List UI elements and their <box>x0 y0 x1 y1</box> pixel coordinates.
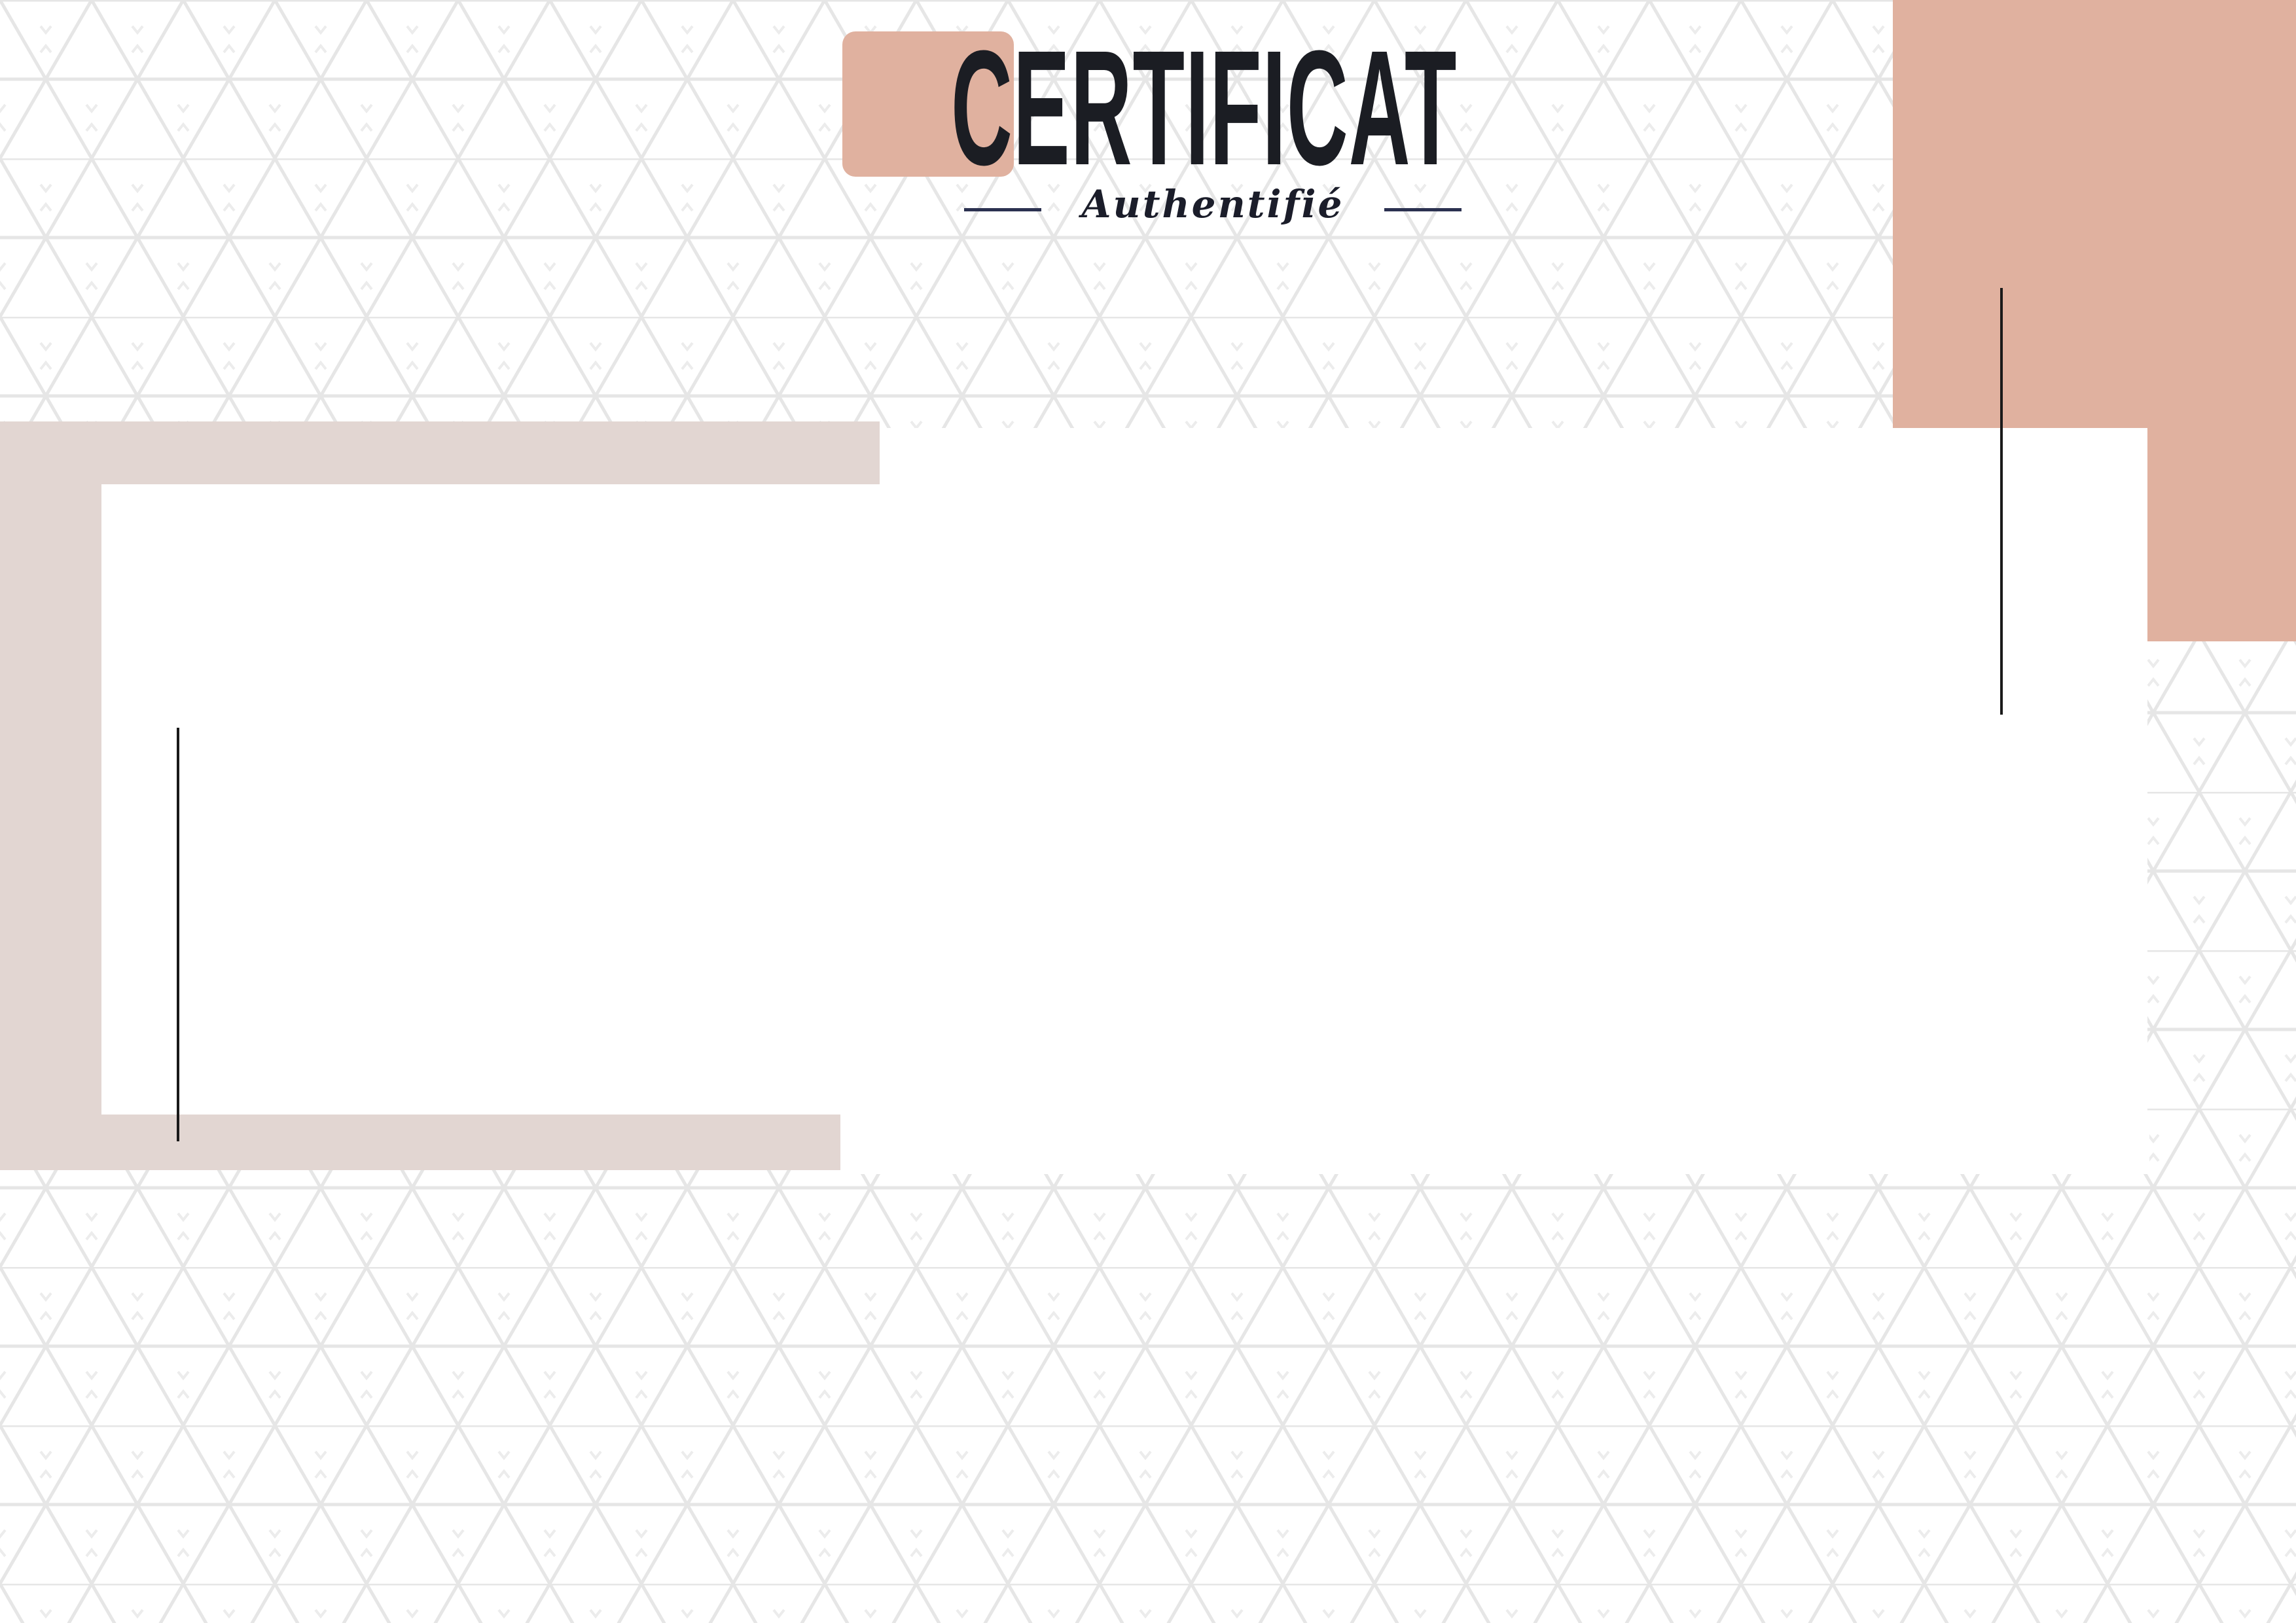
decor-peach-block-right <box>2147 419 2296 641</box>
content-panel-inner <box>101 484 887 1115</box>
certificate-header: CERTIFICAT Authentifié <box>841 16 1482 226</box>
content-panel <box>880 428 2147 1174</box>
certificate-title: CERTIFICAT <box>951 16 1458 199</box>
certificate-subtitle-row: Authentifié <box>964 178 1462 230</box>
certificate-page: CERTIFICAT Authentifié <box>0 0 2296 1623</box>
accent-line-left <box>177 728 179 1141</box>
certificate-subtitle: Authentifié <box>1081 182 1344 226</box>
subtitle-rule-right <box>1384 208 1462 211</box>
content-panel-bottom <box>840 1113 2149 1174</box>
accent-line-right <box>2000 288 2003 715</box>
decor-peach-block-top <box>1893 0 2296 429</box>
